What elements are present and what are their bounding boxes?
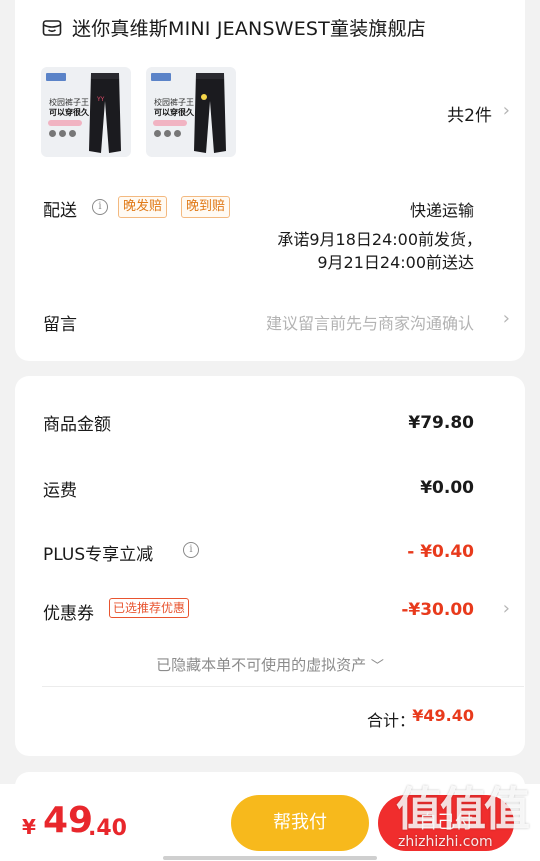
shop-icon xyxy=(42,19,62,36)
message-label: 留言 xyxy=(43,315,77,335)
shop-name: 迷你真维斯MINI JEANSWEST童装旗舰店 xyxy=(72,18,426,40)
promo-strip xyxy=(48,120,82,126)
shop-header[interactable]: 迷你真维斯MINI JEANSWEST童装旗舰店 xyxy=(42,14,426,41)
product-thumbnail[interactable]: 校园裤子王 可以穿很久 xyxy=(146,67,236,157)
order-items-card xyxy=(15,0,525,361)
goods-amount-value: ¥79.80 xyxy=(408,413,474,433)
price-integer: 49 xyxy=(43,800,94,841)
chevron-down-icon: ﹀ xyxy=(370,659,384,674)
watermark-url: zhizhizhi.com xyxy=(398,834,493,850)
plus-discount-label: PLUS专享立减 xyxy=(43,545,154,565)
delivery-promise-line2: 9月21日24:00前送达 xyxy=(317,253,474,272)
info-icon[interactable]: i xyxy=(92,199,108,215)
home-indicator xyxy=(163,856,377,860)
chevron-right-icon[interactable]: › xyxy=(503,598,510,619)
product-thumbnail[interactable]: 校园裤子王 可以穿很久 YY xyxy=(41,67,131,157)
coupon-badge: 已选推荐优惠 xyxy=(109,598,190,618)
brand-tag xyxy=(46,73,66,81)
promo-strip xyxy=(153,120,187,126)
goods-amount-label: 商品金额 xyxy=(43,415,111,435)
plus-discount-value: - ¥0.40 xyxy=(407,542,474,562)
total-label: 合计： xyxy=(366,711,415,730)
message-input[interactable]: 建议留言前先与商家沟通确认 xyxy=(266,310,474,334)
feature-icons xyxy=(154,130,181,137)
info-icon[interactable]: i xyxy=(183,542,199,558)
total-value: ¥49.40 xyxy=(412,706,474,725)
brand-tag xyxy=(151,73,171,81)
watermark-logo: 值值值 xyxy=(396,782,530,836)
chevron-right-icon[interactable]: › xyxy=(503,100,510,121)
late-ship-badge: 晚发赔 xyxy=(118,196,168,218)
item-count[interactable]: 共2件 xyxy=(447,101,492,126)
shipping-value: ¥0.00 xyxy=(420,478,474,498)
pants-image xyxy=(194,73,226,153)
shipping-label: 运费 xyxy=(43,481,77,501)
coupon-label: 优惠券 xyxy=(43,604,94,624)
divider xyxy=(42,686,524,687)
price-decimal: .40 xyxy=(88,816,127,841)
delivery-promise-line1: 承诺9月18日24:00前发货， xyxy=(277,230,482,249)
price-currency: ¥ xyxy=(22,815,36,839)
hidden-assets-text: 已隐藏本单不可使用的虚拟资产 xyxy=(156,656,367,674)
hidden-assets-toggle[interactable]: 已隐藏本单不可使用的虚拟资产 ﹀ xyxy=(0,654,540,675)
feature-icons xyxy=(49,130,76,137)
delivery-label: 配送 xyxy=(43,201,77,221)
chevron-right-icon[interactable]: › xyxy=(503,308,510,329)
delivery-method[interactable]: 快递运输 xyxy=(410,197,474,221)
svg-text:YY: YY xyxy=(96,96,105,103)
late-arrival-badge: 晚到赔 xyxy=(181,196,231,218)
coupon-value[interactable]: -¥30.00 xyxy=(401,600,474,620)
pants-image: YY xyxy=(89,73,121,153)
help-me-pay-button[interactable]: 帮我付 xyxy=(231,795,369,851)
